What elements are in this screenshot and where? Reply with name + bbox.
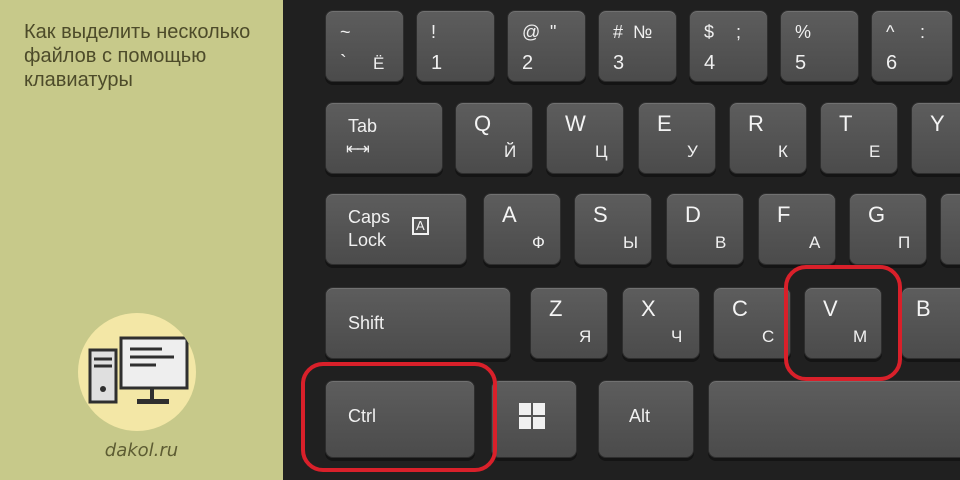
key-tilde: ~ ` Ё bbox=[325, 10, 404, 82]
key-b-latin: B bbox=[916, 296, 931, 321]
key-s-cyr: Ы bbox=[623, 233, 639, 252]
key-d: D В bbox=[666, 193, 744, 265]
key-x-cyr: Ч bbox=[671, 327, 683, 346]
key-w: W Ц bbox=[546, 102, 624, 174]
keyboard-photo: ~ ` Ё ! 1 @ " 2 # № 3 $ ; 4 % 5 ^ : 6 Ta… bbox=[283, 0, 960, 480]
key-d-cyr: В bbox=[715, 233, 727, 252]
key-3-top2: № bbox=[633, 22, 653, 42]
key-3-bottom: 3 bbox=[613, 52, 625, 74]
key-caps-lock: Caps Lock A bbox=[325, 193, 467, 265]
key-c-cyr: С bbox=[762, 327, 775, 346]
key-6-top: ^ bbox=[886, 22, 895, 42]
tab-arrows-icon: ⇤⇥ bbox=[346, 141, 370, 158]
key-6-bottom: 6 bbox=[886, 52, 898, 74]
key-z-cyr: Я bbox=[579, 327, 592, 346]
key-space bbox=[708, 380, 960, 458]
key-w-cyr: Ц bbox=[595, 142, 608, 161]
key-tab: Tab ⇤⇥ bbox=[325, 102, 443, 174]
v-highlight-outline bbox=[784, 265, 902, 381]
key-w-latin: W bbox=[565, 111, 586, 136]
key-f: F А bbox=[758, 193, 836, 265]
ctrl-highlight-outline bbox=[301, 362, 497, 472]
key-t: T Е bbox=[820, 102, 898, 174]
key-c-latin: C bbox=[732, 296, 748, 321]
key-t-cyr: Е bbox=[869, 142, 881, 161]
key-q: Q Й bbox=[455, 102, 533, 174]
key-e-cyr: У bbox=[687, 142, 698, 161]
key-s: S Ы bbox=[574, 193, 652, 265]
key-tab-label: Tab bbox=[348, 116, 378, 136]
key-q-cyr: Й bbox=[504, 142, 517, 161]
key-x-latin: X bbox=[641, 296, 656, 321]
key-2-top: @ bbox=[522, 22, 541, 42]
key-6: ^ : 6 bbox=[871, 10, 953, 82]
windows-logo-icon bbox=[519, 403, 545, 429]
key-4: $ ; 4 bbox=[689, 10, 768, 82]
key-3: # № 3 bbox=[598, 10, 677, 82]
key-e-latin: E bbox=[657, 111, 672, 136]
key-shift-label: Shift bbox=[348, 313, 385, 333]
key-4-bottom: 4 bbox=[704, 52, 716, 74]
key-windows bbox=[491, 380, 577, 458]
key-y: Y bbox=[911, 102, 960, 174]
key-2-top2: " bbox=[550, 22, 557, 42]
key-z-latin: Z bbox=[549, 296, 563, 321]
key-5-bottom: 5 bbox=[795, 52, 807, 74]
site-name: dakol.ru bbox=[104, 440, 179, 461]
key-1: ! 1 bbox=[416, 10, 495, 82]
key-s-latin: S bbox=[593, 202, 608, 227]
key-4-top: $ bbox=[704, 22, 715, 42]
key-2-bottom: 2 bbox=[522, 52, 534, 74]
key-3-top: # bbox=[613, 22, 624, 42]
key-a: A Ф bbox=[483, 193, 561, 265]
key-f-latin: F bbox=[777, 202, 791, 227]
key-1-top: ! bbox=[431, 22, 437, 42]
key-alt-label: Alt bbox=[629, 406, 651, 426]
key-t-latin: T bbox=[839, 111, 853, 136]
key-shift: Shift bbox=[325, 287, 511, 359]
key-c: C С bbox=[713, 287, 791, 359]
key-6-top2: : bbox=[920, 22, 926, 42]
article-title: Как выделить несколько файлов с помощью … bbox=[24, 21, 251, 91]
computer-icon bbox=[88, 336, 189, 404]
key-tilde-cyr: Ё bbox=[373, 54, 385, 73]
key-tilde-bottom: ` bbox=[340, 52, 347, 74]
key-5: % 5 bbox=[780, 10, 859, 82]
sidebar: Как выделить несколько файлов с помощью … bbox=[0, 0, 283, 480]
key-g-cyr: П bbox=[898, 233, 911, 252]
key-x: X Ч bbox=[622, 287, 700, 359]
computer-logo bbox=[78, 313, 196, 431]
key-tilde-top: ~ bbox=[340, 22, 351, 42]
key-5-top: % bbox=[795, 22, 812, 42]
key-b: B bbox=[901, 287, 960, 359]
key-h-partial bbox=[940, 193, 960, 265]
key-r-latin: R bbox=[748, 111, 764, 136]
key-y-latin: Y bbox=[930, 111, 945, 136]
key-a-latin: A bbox=[502, 202, 517, 227]
key-2: @ " 2 bbox=[507, 10, 586, 82]
key-q-latin: Q bbox=[474, 111, 492, 136]
key-caps-line1: Caps bbox=[348, 207, 391, 227]
key-r: R К bbox=[729, 102, 807, 174]
key-1-bottom: 1 bbox=[431, 52, 443, 74]
key-f-cyr: А bbox=[809, 233, 821, 252]
key-g: G П bbox=[849, 193, 927, 265]
key-alt: Alt bbox=[598, 380, 694, 458]
key-r-cyr: К bbox=[778, 142, 788, 161]
key-g-latin: G bbox=[868, 202, 886, 227]
caps-lock-icon: A bbox=[412, 217, 429, 235]
key-caps-line2: Lock bbox=[348, 230, 387, 250]
key-z: Z Я bbox=[530, 287, 608, 359]
page: Как выделить несколько файлов с помощью … bbox=[0, 0, 960, 480]
key-a-cyr: Ф bbox=[532, 233, 545, 252]
key-d-latin: D bbox=[685, 202, 701, 227]
key-e: E У bbox=[638, 102, 716, 174]
key-4-top2: ; bbox=[736, 22, 742, 42]
